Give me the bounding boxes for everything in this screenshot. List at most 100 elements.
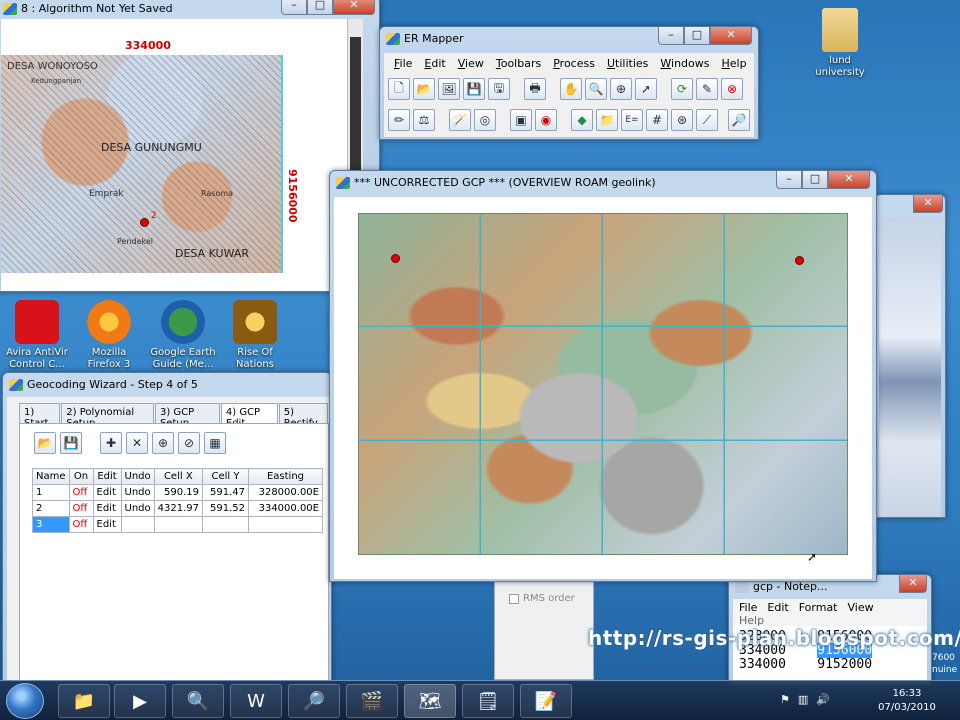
gcp-easting[interactable]: 334000.00E bbox=[248, 500, 323, 517]
menu-process[interactable]: Process bbox=[547, 57, 601, 70]
grid-icon[interactable]: # bbox=[646, 109, 668, 131]
menu-help[interactable]: Help bbox=[716, 57, 753, 70]
gcp-cell-y[interactable]: 591.47 bbox=[202, 484, 249, 501]
menu-windows[interactable]: Windows bbox=[654, 57, 715, 70]
gcp-edit-button[interactable]: Edit bbox=[92, 500, 122, 517]
tray-volume-icon[interactable]: 🔊 bbox=[816, 693, 830, 706]
gcp-on-toggle[interactable]: Off bbox=[68, 516, 94, 533]
taskbar-notepad-icon[interactable]: 📝 bbox=[520, 684, 572, 718]
gcp-cell-y[interactable]: 591.52 bbox=[202, 500, 249, 517]
geocoding-title-bar[interactable]: Geocoding Wizard - Step 4 of 5 bbox=[3, 373, 331, 397]
pencil-icon[interactable]: ✏ bbox=[388, 109, 410, 131]
column-header[interactable]: Cell Y bbox=[202, 468, 249, 485]
desktop-icon-avira[interactable]: Avira AntiVir Control C... bbox=[2, 300, 72, 371]
menu-file[interactable]: File bbox=[388, 57, 418, 70]
taskbar-search-icon[interactable]: 🔎 bbox=[288, 684, 340, 718]
refresh-icon[interactable]: ⟳ bbox=[671, 78, 693, 100]
gcp-edit-button[interactable]: Edit bbox=[92, 516, 122, 533]
menu-view[interactable]: View bbox=[848, 601, 874, 614]
new-file-icon[interactable]: 🗋 bbox=[388, 78, 410, 100]
gcp-easting[interactable]: 328000.00E bbox=[248, 484, 323, 501]
gcp-undo-button[interactable]: Undo bbox=[120, 484, 155, 501]
taskbar-ermapper-icon[interactable]: 🗺 bbox=[404, 684, 456, 718]
table-row[interactable]: 2 Off Edit Undo 4321.97 591.52 334000.00… bbox=[32, 500, 323, 517]
algorithm-canvas[interactable]: 334000 DESA WONOYOSO Kedungpanjan DESA G… bbox=[1, 19, 363, 291]
layers-icon[interactable]: ◆ bbox=[571, 109, 593, 131]
taskbar-clock[interactable]: 16:33 07/03/2010 bbox=[872, 687, 942, 715]
calculator-icon[interactable]: ▦ bbox=[204, 432, 226, 454]
gcp-marker[interactable] bbox=[795, 256, 804, 265]
desktop-icon-google-earth[interactable]: Google Earth Guide (Me... bbox=[148, 300, 218, 371]
stop-icon[interactable]: ⊗ bbox=[721, 78, 743, 100]
open-folder-icon[interactable]: 📂 bbox=[413, 78, 435, 100]
table-row[interactable]: 3 Off Edit bbox=[32, 516, 323, 533]
menu-utilities[interactable]: Utilities bbox=[601, 57, 654, 70]
edit-icon[interactable]: ✎ bbox=[696, 78, 718, 100]
maximize-button[interactable]: □ bbox=[307, 0, 333, 15]
balance-icon[interactable]: ⚖ bbox=[413, 109, 435, 131]
gcp-undo-button[interactable]: Undo bbox=[120, 500, 155, 517]
zoom-box-icon[interactable]: ⊕ bbox=[610, 78, 632, 100]
close-button[interactable]: ✕ bbox=[828, 171, 870, 189]
search-icon[interactable]: 🔎 bbox=[728, 109, 750, 131]
column-header[interactable]: Edit bbox=[92, 468, 122, 485]
minimize-button[interactable]: – bbox=[658, 27, 684, 45]
column-header[interactable]: Name bbox=[32, 468, 70, 485]
taskbar-explorer-icon[interactable]: 📁 bbox=[58, 684, 110, 718]
target-icon[interactable]: ⊛ bbox=[671, 109, 693, 131]
table-row[interactable]: 1 Off Edit Undo 590.19 591.47 328000.00E bbox=[32, 484, 323, 501]
add-gcp-icon[interactable]: ✚ bbox=[100, 432, 122, 454]
menu-format[interactable]: Format bbox=[799, 601, 838, 614]
menu-toolbars[interactable]: Toolbars bbox=[490, 57, 547, 70]
desktop-folder-lund-university[interactable]: lund university bbox=[805, 8, 875, 79]
column-header[interactable]: Cell X bbox=[153, 468, 204, 485]
taskbar-magnifier-icon[interactable]: 🔍 bbox=[172, 684, 224, 718]
gcp-cell-x[interactable]: 590.19 bbox=[153, 484, 204, 501]
image-process-icon[interactable]: ▣ bbox=[510, 109, 532, 131]
chart-icon[interactable]: ⟋ bbox=[696, 109, 718, 131]
minimize-button[interactable]: – bbox=[776, 171, 802, 189]
menu-file[interactable]: File bbox=[739, 601, 757, 614]
gcp-on-toggle[interactable]: Off bbox=[68, 484, 94, 501]
taskbar-word-icon[interactable]: W bbox=[230, 684, 282, 718]
maximize-button[interactable]: □ bbox=[684, 27, 710, 45]
maximize-button[interactable]: □ bbox=[802, 171, 828, 189]
menu-edit[interactable]: Edit bbox=[767, 601, 788, 614]
menu-help[interactable]: Help bbox=[733, 616, 927, 626]
desktop-icon-rise-of-nations[interactable]: Rise Of Nations bbox=[220, 300, 290, 371]
column-header[interactable]: Easting bbox=[248, 468, 323, 485]
topographic-map-image[interactable]: ➚ bbox=[358, 213, 848, 564]
save-as-icon[interactable]: 🖫 bbox=[488, 78, 510, 100]
gcp-marker[interactable] bbox=[140, 218, 149, 227]
gps-icon[interactable]: ◎ bbox=[474, 109, 496, 131]
delete-gcp-icon[interactable]: ✕ bbox=[126, 432, 148, 454]
gcp-display-icon[interactable]: ⊕ bbox=[152, 432, 174, 454]
rms-order-checkbox[interactable]: RMS order bbox=[509, 593, 575, 604]
filter-icon[interactable]: ◉ bbox=[535, 109, 557, 131]
close-button[interactable]: ✕ bbox=[899, 575, 927, 593]
close-button[interactable]: ✕ bbox=[710, 27, 752, 45]
hand-icon[interactable]: ✋ bbox=[560, 78, 582, 100]
windows-start-icon[interactable] bbox=[6, 683, 44, 719]
column-header[interactable]: Undo bbox=[120, 468, 155, 485]
zoom-icon[interactable]: 🔍 bbox=[585, 78, 607, 100]
gcp-undo-button[interactable] bbox=[120, 516, 155, 533]
gcp-easting[interactable] bbox=[248, 516, 323, 533]
menu-view[interactable]: View bbox=[452, 57, 490, 70]
formula-icon[interactable]: E= bbox=[621, 109, 643, 131]
close-button[interactable]: ✕ bbox=[913, 195, 943, 213]
taskbar-notes-icon[interactable]: 🗒 bbox=[462, 684, 514, 718]
pointer-icon[interactable]: ➚ bbox=[635, 78, 657, 100]
taskbar-media-player-icon[interactable]: ▶ bbox=[114, 684, 166, 718]
gcp-name[interactable]: 2 bbox=[32, 500, 70, 517]
gcp-marker[interactable] bbox=[391, 254, 400, 263]
gcp-name[interactable]: 3 bbox=[32, 516, 70, 533]
zoom-window-image[interactable] bbox=[879, 217, 941, 517]
gcp-cell-x[interactable] bbox=[153, 516, 204, 533]
gcp-edit-button[interactable]: Edit bbox=[92, 484, 122, 501]
tray-flag-icon[interactable]: ⚑ bbox=[780, 693, 790, 706]
print-icon[interactable]: 🖶 bbox=[524, 78, 546, 100]
wizard-icon[interactable]: 🪄 bbox=[449, 109, 471, 131]
close-button[interactable]: ✕ bbox=[333, 0, 375, 15]
taskbar-video-icon[interactable]: 🎬 bbox=[346, 684, 398, 718]
